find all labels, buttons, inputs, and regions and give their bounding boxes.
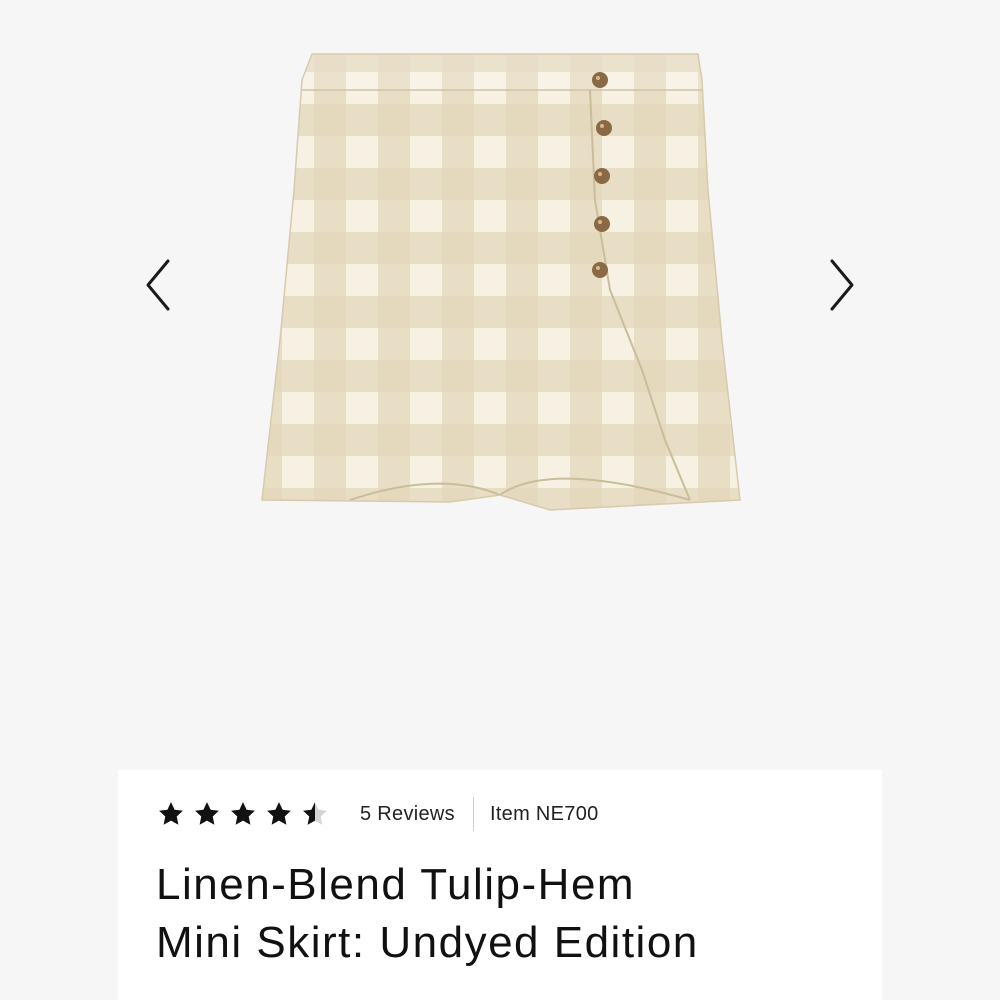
product-info-card: 5 Reviews Item NE700 Linen-Blend Tulip-H… — [118, 770, 882, 1000]
star-full-icon — [228, 799, 258, 829]
product-title-line-2: Mini Skirt: Undyed Edition — [156, 918, 699, 967]
star-full-icon — [156, 799, 186, 829]
divider — [472, 797, 474, 831]
item-number: Item NE700 — [489, 802, 599, 825]
product-page: 5 Reviews Item NE700 Linen-Blend Tulip-H… — [0, 0, 1000, 1000]
next-image-button[interactable] — [822, 255, 862, 315]
image-gallery — [0, 0, 1000, 770]
star-full-icon — [264, 799, 294, 829]
product-title-line-1: Linen-Blend Tulip-Hem — [156, 860, 636, 909]
reviews-link[interactable]: 5 Reviews — [360, 803, 455, 826]
product-image — [261, 53, 741, 511]
product-title: Linen-Blend Tulip-Hem Mini Skirt: Undyed… — [156, 856, 856, 972]
star-rating[interactable] — [156, 799, 330, 829]
rating-row: 5 Reviews Item NE700 — [156, 794, 599, 834]
star-full-icon — [192, 799, 222, 829]
chevron-right-icon — [830, 259, 854, 311]
previous-image-button[interactable] — [138, 255, 178, 315]
chevron-left-icon — [146, 259, 170, 311]
star-half-icon — [300, 799, 330, 829]
